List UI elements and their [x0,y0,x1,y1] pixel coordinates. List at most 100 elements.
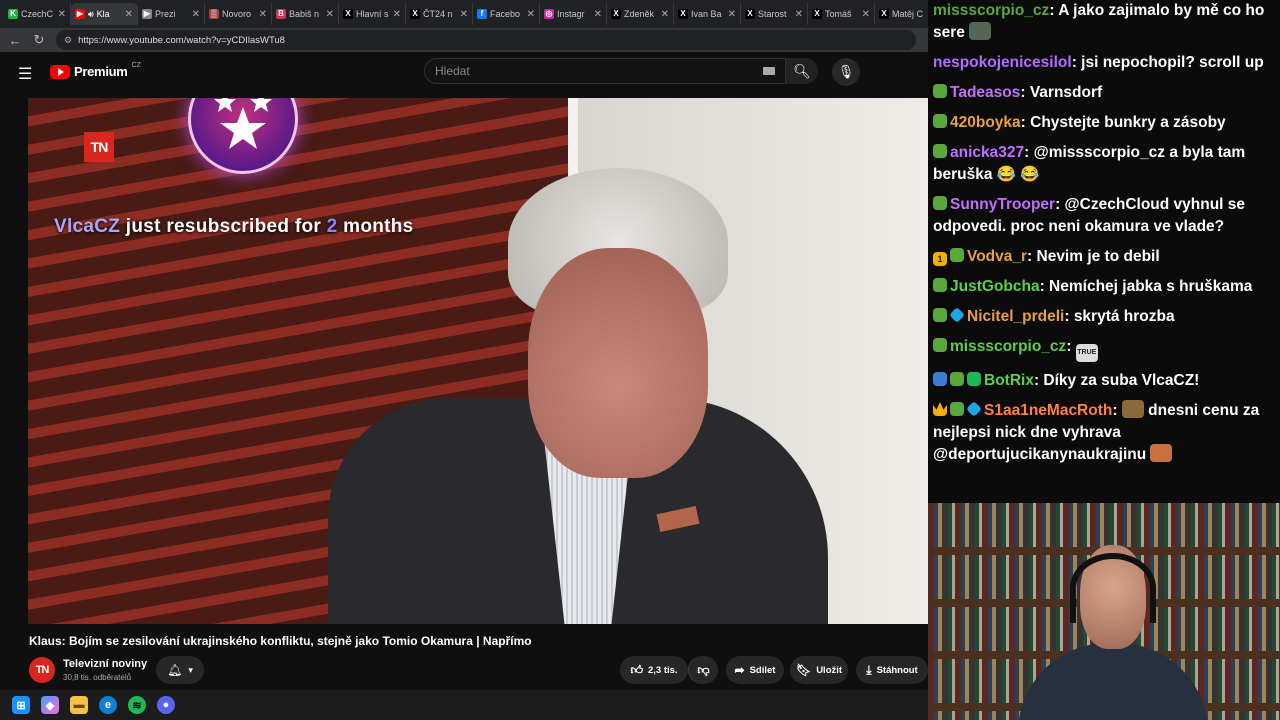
chat-username[interactable]: BotRix [984,372,1034,389]
close-tab-icon[interactable]: ✕ [326,9,334,20]
discord-icon[interactable]: ● [157,696,175,714]
like-button[interactable]: 👍︎ 2,3 tis. [620,656,688,684]
leaf-badge-icon[interactable] [933,308,947,322]
chat-username[interactable]: 420boyka [950,114,1021,131]
gift-badge-icon[interactable]: 1 [933,252,947,266]
close-tab-icon[interactable]: ✕ [661,9,669,20]
close-tab-icon[interactable]: ✕ [862,9,870,20]
edge-icon[interactable]: e [99,696,117,714]
browser-tab[interactable]: X Ivan Ba ✕ [674,3,741,25]
guest-face [528,248,708,478]
chat-username[interactable]: Nicitel_prdeli [967,308,1064,325]
close-tab-icon[interactable]: ✕ [393,9,401,20]
leaf-badge-icon[interactable] [933,278,947,292]
url-field[interactable]: ⚙ https://www.youtube.com/watch?v=yCDIla… [56,30,916,50]
chat-username[interactable]: missscorpio_cz [933,2,1049,19]
channel-name[interactable]: Televizní noviny [63,658,147,670]
browser-tab[interactable]: ▒ Novoro ✕ [205,3,272,25]
save-label: Uložit [816,664,843,676]
browser-tab[interactable]: ▶ 🔊︎ Kla ✕ [71,3,138,25]
leaf-badge-icon[interactable] [950,372,964,386]
bookmark-icon: 🔖︎ [795,663,812,677]
thumbs-down-icon: 👎︎ [697,662,710,677]
browser-tab[interactable]: X ČT24 n ✕ [406,3,473,25]
dislike-button[interactable]: 👎︎ [688,656,718,684]
youtube-logo[interactable]: Premium CZ [50,62,141,79]
browser-tab[interactable]: X Starost ✕ [741,3,808,25]
emote-icon [968,22,991,40]
tab-title: Ivan Ba [691,9,722,19]
speaker-icon[interactable]: 🔊︎ [88,9,94,20]
close-tab-icon[interactable]: ✕ [460,9,468,20]
leaf-badge-icon[interactable] [933,144,947,158]
search-input[interactable] [435,64,755,78]
search-button[interactable]: 🔍︎ [786,58,818,84]
x-icon: X [410,9,420,19]
browser-tab[interactable]: XMatěj C✕ [875,3,928,25]
video-title: Klaus: Bojím se zesilování ukrajinského … [29,634,532,648]
facebook-icon: f [477,9,487,19]
chat-username[interactable]: Tadeasos [950,84,1020,101]
leaf-badge-icon[interactable] [933,84,947,98]
browser-tab[interactable]: ▶ Prezi ✕ [138,3,205,25]
chat-username[interactable]: SunnyTrooper [950,196,1055,213]
chat-text: jsi nepochopil? scroll up [1081,54,1264,71]
close-tab-icon[interactable]: ✕ [594,9,602,20]
logo-text: Premium [74,64,128,79]
windows-start-icon[interactable]: ⊞ [12,696,30,714]
save-button[interactable]: 🔖︎ Uložit [790,656,848,684]
cube-badge-icon[interactable] [949,307,965,323]
crown-badge-icon[interactable] [933,402,947,416]
leaf-badge-icon[interactable] [933,196,947,210]
site-info-icon[interactable]: ⚙ [64,35,72,46]
headphones-icon [1070,553,1156,623]
browser-tab[interactable]: X Tomáš ✕ [808,3,875,25]
share-button[interactable]: ➦ Sdílet [726,656,784,684]
channel-avatar[interactable]: TN [29,657,55,683]
close-tab-icon[interactable]: ✕ [527,9,535,20]
notification-bell-button[interactable]: 🔔︎ ▾ [156,656,204,684]
browser-tab[interactable]: X Zdeněk ✕ [607,3,674,25]
cube-badge-icon[interactable] [966,401,982,417]
bot-badge-icon[interactable] [933,372,947,386]
copilot-icon[interactable]: ◆ [41,696,59,714]
chat-username[interactable]: JustGobcha [950,278,1040,295]
video-player[interactable]: TN VlcaCZ just resubscribed for 2 months [28,98,928,624]
browser-tab[interactable]: X Hlavní s ✕ [339,3,406,25]
close-tab-icon[interactable]: ✕ [58,9,66,20]
close-tab-icon[interactable]: ✕ [125,9,133,20]
chat-username[interactable]: Vodva_r [967,248,1027,265]
chat-username[interactable]: nespokojenicesilol [933,54,1072,71]
chat-colon: : [1033,372,1044,389]
spotify-icon[interactable]: ≋ [128,696,146,714]
leaf-badge-icon[interactable] [950,402,964,416]
close-tab-icon[interactable]: ✕ [259,9,267,20]
voice-search-button[interactable]: 🎙︎ [832,58,860,86]
menu-icon[interactable]: ☰ [18,64,32,84]
browser-tab[interactable]: B Babiš n ✕ [272,3,339,25]
back-icon[interactable]: ← [8,33,22,48]
close-tab-icon[interactable]: ✕ [795,9,803,20]
keyboard-icon[interactable] [763,67,775,75]
screen: K CzechC ✕ ▶ 🔊︎ Kla ✕ ▶ Prezi ✕ ▒ Novoro ✕ B Babiš n ✕ X… [0,0,1280,720]
reload-icon[interactable]: ↻ [32,32,46,48]
leaf-badge-icon[interactable] [933,114,947,128]
leaf-badge-icon[interactable] [950,248,964,262]
chat-username[interactable]: S1aa1neMacRoth [984,402,1112,419]
x-icon: X [343,9,353,19]
chat-colon: : [1020,114,1031,131]
chat-message: Tadeasos: Varnsdorf [933,82,1278,104]
leaf-badge-icon[interactable] [933,338,947,352]
chat-text: Chystejte bunkry a zásoby [1030,114,1226,131]
browser-tab[interactable]: f Facebo ✕ [473,3,540,25]
chat-message: S1aa1neMacRoth: dnesni cenu za nejlepsi … [933,400,1278,466]
chat-username[interactable]: anicka327 [950,144,1024,161]
browser-tab[interactable]: ◎ Instagr ✕ [540,3,607,25]
file-explorer-icon[interactable]: ▬ [70,696,88,714]
close-tab-icon[interactable]: ✕ [728,9,736,20]
chat-username[interactable]: missscorpio_cz [950,338,1066,355]
verified-badge-icon[interactable] [967,372,981,386]
download-button[interactable]: ⤓ Stáhnout [856,656,928,684]
browser-tab[interactable]: K CzechC ✕ [4,3,71,25]
close-tab-icon[interactable]: ✕ [192,9,200,20]
